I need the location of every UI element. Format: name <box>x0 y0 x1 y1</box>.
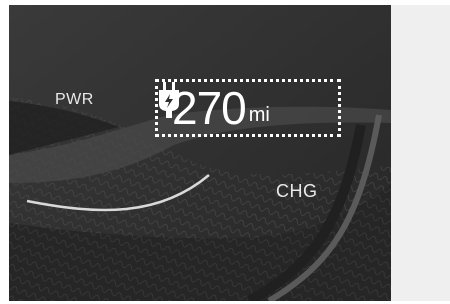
instrument-cluster-display: PWR CHG 270 mi <box>9 5 391 301</box>
side-panel <box>391 5 450 301</box>
charge-label: CHG <box>276 181 318 201</box>
range-unit: mi <box>248 103 270 126</box>
driving-range-indicator: 270 mi <box>155 79 341 137</box>
ev-plug-icon <box>159 82 179 118</box>
power-label: PWR <box>55 91 94 108</box>
range-value: 270 <box>172 82 247 134</box>
power-gauge-graphic <box>9 5 391 301</box>
